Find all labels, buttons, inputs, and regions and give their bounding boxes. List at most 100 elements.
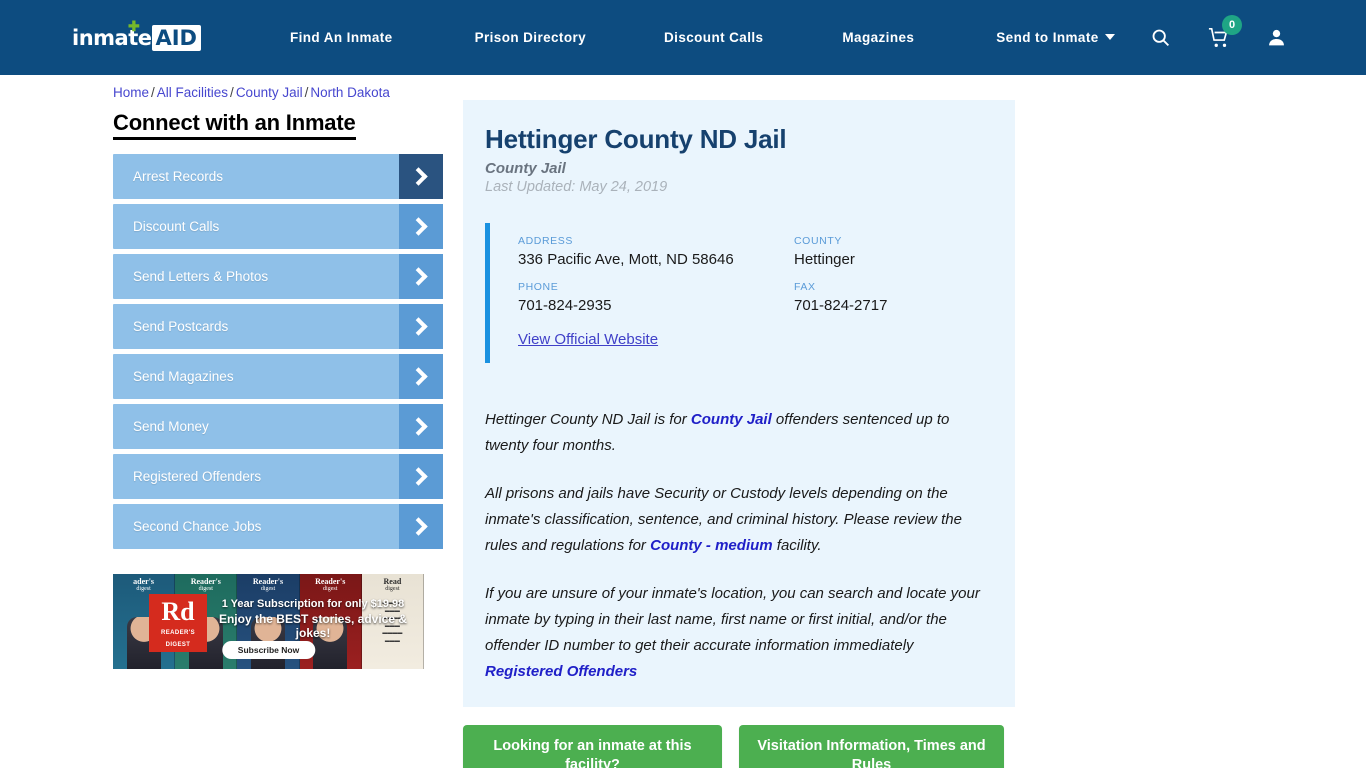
- breadcrumb-separator: /: [304, 85, 309, 100]
- view-official-website-link[interactable]: View Official Website: [518, 331, 658, 348]
- sidebar-item-send-letters-photos[interactable]: Send Letters & Photos: [113, 254, 443, 299]
- facility-info-block: ADDRESS 336 Pacific Ave, Mott, ND 58646 …: [485, 223, 987, 363]
- phone-label: PHONE: [518, 281, 559, 293]
- cta-button-row: Looking for an inmate at this facility? …: [463, 725, 1015, 768]
- nav-item-send-to-inmate-label: Send to Inmate: [996, 30, 1099, 45]
- nav-item-send-to-inmate[interactable]: Send to Inmate: [996, 30, 1115, 45]
- facility-last-updated: Last Updated: May 24, 2019: [485, 179, 668, 195]
- ad-cover-sub: digest: [260, 586, 276, 593]
- page-body: Connect with an Inmate Arrest Records Di…: [0, 100, 1366, 768]
- desc-p2-link-county-medium[interactable]: County - medium: [650, 537, 773, 554]
- chevron-right-icon: [399, 204, 443, 249]
- description-paragraph-2: All prisons and jails have Security or C…: [485, 481, 987, 559]
- plus-icon: ✚: [128, 17, 140, 34]
- ad-cover-title: Reader's: [315, 577, 346, 586]
- ad-cover-sub: digest: [136, 586, 151, 593]
- sidebar-item-send-magazines[interactable]: Send Magazines: [113, 354, 443, 399]
- chevron-right-icon: [399, 504, 443, 549]
- county-label: COUNTY: [794, 235, 842, 247]
- readers-digest-logo: Rd READER'S DIGEST: [149, 594, 207, 652]
- sidebar-item-send-money[interactable]: Send Money: [113, 404, 443, 449]
- user-icon[interactable]: [1266, 27, 1287, 48]
- main-content: Hettinger County ND Jail County Jail Las…: [463, 100, 1015, 768]
- site-header: inmate ✚ AID Find An Inmate Prison Direc…: [0, 0, 1366, 75]
- nav-item-discount-calls[interactable]: Discount Calls: [664, 30, 763, 45]
- search-icon[interactable]: [1150, 27, 1171, 48]
- ad-brand-line2: DIGEST: [165, 642, 191, 648]
- ad-cover-sub: digest: [385, 586, 400, 593]
- breadcrumb-separator: /: [151, 85, 155, 100]
- facility-info-grid: ADDRESS 336 Pacific Ave, Mott, ND 58646 …: [518, 235, 987, 315]
- chevron-right-icon: [399, 304, 443, 349]
- sidebar-item-label: Second Chance Jobs: [133, 519, 262, 534]
- logo-aid-box: AID: [152, 24, 201, 51]
- ad-cover-title: Reader's: [252, 577, 284, 586]
- facility-address: ADDRESS 336 Pacific Ave, Mott, ND 58646: [518, 235, 794, 269]
- sidebar-item-label: Arrest Records: [133, 169, 224, 184]
- page-title: Hettinger County ND Jail: [485, 124, 787, 154]
- ad-copy: 1 Year Subscription for only $19.98 Enjo…: [208, 598, 418, 640]
- nav-item-magazines[interactable]: Magazines: [842, 30, 914, 45]
- ad-brand-line1: READER'S: [161, 630, 195, 636]
- desc-p3-link-registered-offenders[interactable]: Registered Offenders: [485, 663, 637, 680]
- description-paragraph-3: If you are unsure of your inmate's locat…: [485, 581, 987, 685]
- breadcrumb-item-home[interactable]: Home: [113, 85, 149, 100]
- cart-icon[interactable]: 0: [1208, 14, 1242, 49]
- sidebar: Connect with an Inmate Arrest Records Di…: [113, 110, 443, 768]
- header-icon-group: 0: [1150, 0, 1366, 75]
- address-label: ADDRESS: [518, 235, 573, 247]
- advertisement-banner[interactable]: ader's digest Reader's digest Reader's dige…: [113, 574, 424, 669]
- phone-value: 701-824-2935: [518, 297, 612, 314]
- ad-cover-sub: digest: [323, 586, 338, 593]
- sidebar-item-send-postcards[interactable]: Send Postcards: [113, 304, 443, 349]
- fax-label: FAX: [794, 281, 816, 293]
- main-nav: Find An Inmate Prison Directory Discount…: [290, 30, 1115, 45]
- sidebar-item-discount-calls[interactable]: Discount Calls: [113, 204, 443, 249]
- nav-item-prison-directory[interactable]: Prison Directory: [475, 30, 586, 45]
- ad-cover-title: Reader's: [190, 577, 221, 586]
- ad-headline: 1 Year Subscription for only $19.98: [221, 598, 405, 610]
- facility-county: COUNTY Hettinger: [794, 235, 987, 269]
- breadcrumb-item-county-jail[interactable]: County Jail: [236, 85, 303, 100]
- chevron-right-icon: [399, 454, 443, 499]
- ad-cover-title: Read: [383, 577, 402, 586]
- desc-p2-text-b: facility.: [772, 537, 822, 554]
- logo-text-aid: AID: [155, 25, 197, 50]
- breadcrumb-separator: /: [230, 85, 234, 100]
- sidebar-item-label: Send Money: [133, 419, 209, 434]
- facility-card: Hettinger County ND Jail County Jail Las…: [463, 100, 1015, 707]
- desc-p1-link-county-jail[interactable]: County Jail: [691, 411, 772, 428]
- fax-value: 701-824-2717: [794, 297, 888, 314]
- facility-phone: PHONE 701-824-2935: [518, 281, 794, 315]
- breadcrumb-item-all-facilities[interactable]: All Facilities: [157, 85, 228, 100]
- ad-cover-title: ader's: [133, 577, 155, 586]
- sidebar-item-label: Send Postcards: [133, 319, 229, 334]
- chevron-right-icon: [399, 154, 443, 199]
- ad-subscribe-button[interactable]: Subscribe Now: [221, 641, 316, 659]
- breadcrumb: Home / All Facilities / County Jail / North Da…: [113, 85, 1366, 100]
- nav-item-find-an-inmate[interactable]: Find An Inmate: [290, 30, 393, 45]
- sidebar-item-second-chance-jobs[interactable]: Second Chance Jobs: [113, 504, 443, 549]
- ad-subhead: Enjoy the BEST stories, advice & jokes!: [218, 612, 408, 640]
- sidebar-item-registered-offenders[interactable]: Registered Offenders: [113, 454, 443, 499]
- sidebar-heading: Connect with an Inmate: [113, 110, 356, 140]
- desc-p3-text-a: If you are unsure of your inmate's locat…: [485, 585, 980, 654]
- county-value: Hettinger: [794, 251, 855, 268]
- chevron-right-icon: [399, 254, 443, 299]
- ad-brand-initials: Rd: [161, 597, 195, 626]
- chevron-right-icon: [399, 354, 443, 399]
- site-logo[interactable]: inmate ✚ AID: [72, 19, 201, 53]
- sidebar-item-label: Registered Offenders: [133, 469, 262, 484]
- ad-cover-sub: digest: [198, 586, 213, 593]
- cart-count-badge: 0: [1222, 14, 1242, 35]
- address-value: 336 Pacific Ave, Mott, ND 58646: [518, 251, 734, 268]
- breadcrumb-item-north-dakota[interactable]: North Dakota: [310, 85, 390, 100]
- facility-type: County Jail: [485, 160, 566, 177]
- description-paragraph-1: Hettinger County ND Jail is for County J…: [485, 407, 987, 459]
- sidebar-item-arrest-records[interactable]: Arrest Records: [113, 154, 443, 199]
- sidebar-item-label: Discount Calls: [133, 219, 220, 234]
- chevron-down-icon: [1104, 34, 1115, 40]
- facility-fax: FAX 701-824-2717: [794, 281, 987, 315]
- looking-for-inmate-button[interactable]: Looking for an inmate at this facility?: [463, 725, 722, 768]
- visitation-information-button[interactable]: Visitation Information, Times and Rules: [739, 725, 1004, 768]
